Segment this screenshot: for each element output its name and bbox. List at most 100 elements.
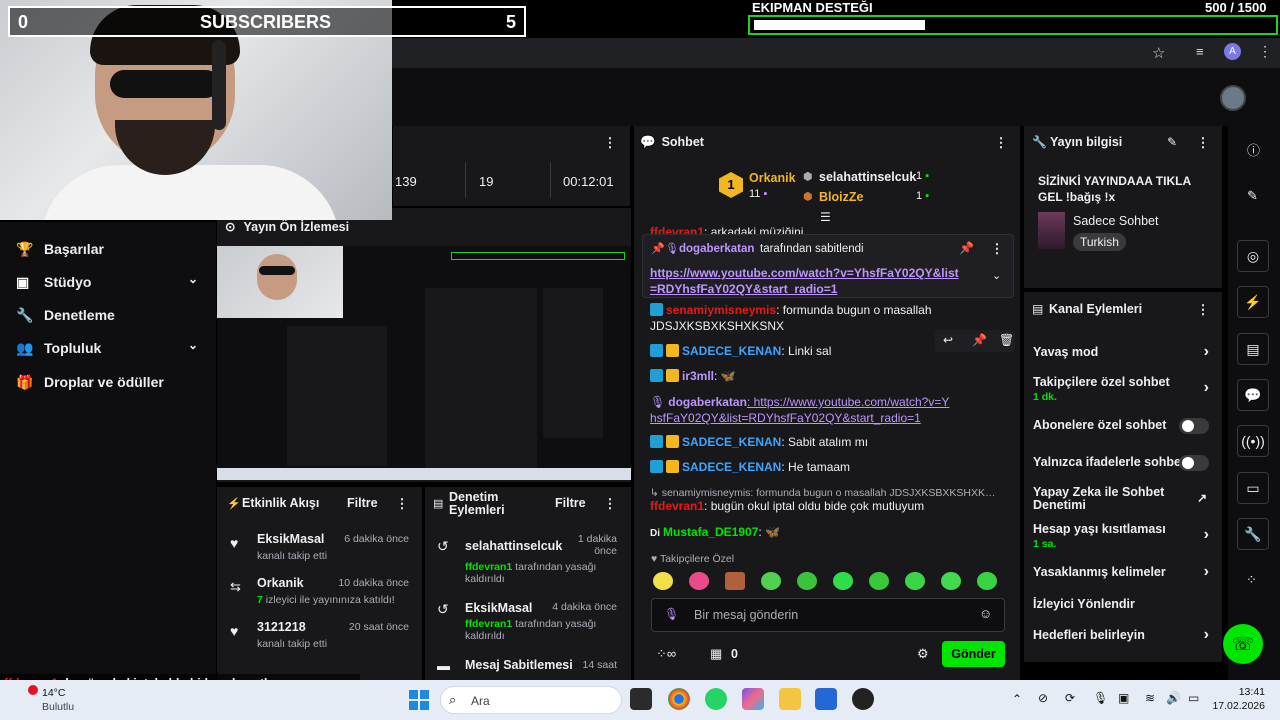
emote-icon[interactable] [977, 572, 997, 590]
support-button[interactable]: ☏ [1223, 624, 1263, 664]
copilot-icon[interactable] [742, 688, 764, 710]
emote-icon[interactable] [869, 572, 889, 590]
clock-time[interactable]: 13:41 [1223, 686, 1265, 698]
user-avatar[interactable] [1220, 85, 1246, 111]
browser-menu-icon[interactable]: ⋮ [1258, 43, 1272, 60]
activity-filter-button[interactable]: Filtre [347, 496, 378, 510]
subscriber-only-toggle[interactable] [1179, 418, 1209, 434]
camera-icon[interactable]: ◎ [1237, 240, 1269, 272]
edit-icon[interactable]: ✎ [1167, 135, 1177, 149]
network-off-icon[interactable]: ⊘ [1038, 691, 1048, 705]
media-icon[interactable]: ≡ [1196, 44, 1204, 59]
chat-input[interactable]: 🎙 Bir mesaj gönderin ☺ [651, 598, 1005, 632]
obs-icon[interactable] [852, 688, 874, 710]
preview-video[interactable] [217, 246, 631, 480]
list-item[interactable]: ↺ EksikMasal 4 dakika önce ffdevran1 tar… [425, 595, 631, 655]
chevron-down-icon[interactable]: ⌄ [992, 269, 1001, 282]
chat-username[interactable]: SADECE_KENAN [682, 344, 781, 358]
sync-icon[interactable]: ⟳ [1065, 691, 1075, 705]
task-view-icon[interactable] [630, 688, 652, 710]
account-age-item[interactable]: Hesap yaşı kısıtlaması 1 sa. › [1033, 522, 1217, 552]
wifi-icon[interactable]: ≋ [1145, 691, 1155, 705]
scenes-icon[interactable]: ▭ [1237, 472, 1269, 504]
lightning-icon[interactable]: ⚡ [1237, 286, 1269, 318]
sidebar-item-denetleme[interactable]: 🔧 Denetleme [16, 302, 206, 328]
treasure-icon[interactable]: ▦ [710, 646, 722, 662]
delete-icon[interactable]: 🗑 [999, 333, 1014, 347]
emote-icon[interactable] [941, 572, 961, 590]
chat-message[interactable]: 🎙 dogaberkatan: https://www.youtube.com/w… [650, 394, 950, 426]
leader-1-name[interactable]: Orkanik [749, 171, 796, 185]
sidebar-item-droplar[interactable]: 🎁 Droplar ve ödüller [16, 369, 206, 395]
chat-message[interactable]: senamiymisneymis: formunda bugun o masal… [650, 302, 950, 334]
stream-info-menu-icon[interactable]: ⋮ [1196, 135, 1210, 151]
profile-icon[interactable]: A [1224, 43, 1241, 60]
stats-menu-icon[interactable]: ⋮ [603, 135, 617, 151]
pin-message-icon[interactable]: 📌 [972, 333, 987, 347]
goals-item[interactable]: Hedefleri belirleyin › [1033, 626, 1217, 648]
chat-settings-icon[interactable]: ⚙ [917, 646, 929, 662]
chat-username[interactable]: SADECE_KENAN [682, 460, 781, 474]
modlog-menu-icon[interactable]: ⋮ [603, 496, 617, 512]
channel-actions-menu-icon[interactable]: ⋮ [1196, 302, 1210, 318]
chat-message[interactable]: SADECE_KENAN: He tamaam [650, 459, 850, 475]
tag-chip[interactable]: Turkish [1073, 233, 1126, 251]
community-points-icon[interactable]: ⁘∞ [656, 646, 676, 662]
list-item[interactable]: ⇆ Orkanik 10 dakika önce 7 izleyici ile … [217, 571, 422, 613]
chrome-icon[interactable] [668, 688, 690, 710]
list-item[interactable]: ↺ selahattinselcuk 1 dakika önce ffdevra… [425, 532, 631, 592]
activity-menu-icon[interactable]: ⋮ [395, 496, 409, 512]
chat-message[interactable]: SADECE_KENAN: Linki sal [650, 343, 831, 359]
emote-only-item[interactable]: Yalnızca ifadelerle sohbet [1033, 455, 1217, 475]
raid-item[interactable]: İzleyici Yönlendir [1033, 597, 1217, 617]
followers-only-item[interactable]: Takipçilere özel sohbet 1 dk. › [1033, 375, 1217, 405]
list-item[interactable]: ♥ 3121218 20 saat önce kanalı takip etti [217, 615, 422, 657]
microphone-icon[interactable]: 🎙 [1093, 691, 1108, 705]
pinned-menu-icon[interactable]: ⋮ [990, 241, 1004, 257]
category-name[interactable]: Sadece Sohbet [1073, 214, 1159, 228]
broadcast-icon[interactable]: ((•)) [1237, 425, 1269, 457]
modlog-filter-button[interactable]: Filtre [555, 496, 586, 510]
sidebar-item-basarilar[interactable]: 🏆 Başarılar [16, 236, 206, 262]
ai-moderation-item[interactable]: Yapay Zeka ile Sohbet Denetimi ↗ [1033, 486, 1217, 516]
chat-username[interactable]: ffdevran1 [650, 499, 704, 513]
leader-3-name[interactable]: BloizZe [819, 190, 863, 204]
weather-temp[interactable]: 14°C [42, 687, 65, 699]
chat-username[interactable]: dogaberkatan [668, 395, 747, 409]
chat-username[interactable]: Mustafa_DE1907 [663, 525, 758, 539]
unpin-icon[interactable]: 📌 [959, 241, 974, 255]
windows-start-icon[interactable] [409, 690, 429, 710]
chat-username[interactable]: SADECE_KENAN [682, 435, 781, 449]
list-item[interactable]: ♥ EksikMasal 6 dakika önce kanalı takip … [217, 527, 422, 569]
emoji-icon[interactable]: ☺ [979, 606, 992, 621]
clock-date[interactable]: 17.02.2026 [1203, 700, 1265, 712]
taskbar-search[interactable]: ⌕ Ara [440, 686, 622, 714]
wrench-icon[interactable]: 🔧 [1237, 518, 1269, 550]
file-explorer-icon[interactable] [779, 688, 801, 710]
emote-icon[interactable] [653, 572, 673, 590]
reply-icon[interactable]: ↩ [943, 333, 953, 347]
info-icon[interactable]: ⓘ [1247, 140, 1260, 159]
subscriber-only-item[interactable]: Abonelere özel sohbet [1033, 418, 1217, 438]
list-item[interactable]: ▬ Mesaj Sabitlemesi 14 saat [425, 655, 631, 679]
pinned-message[interactable]: 📌 🎙 dogaberkatan tarafından sabitlendi 📌… [642, 234, 1014, 298]
filter-icon[interactable]: ☰ [820, 210, 831, 224]
blocked-terms-item[interactable]: Yasaklanmış kelimeler › [1033, 563, 1217, 585]
chat-message[interactable]: ffdevran1: bugün okul iptal oldu bide ço… [650, 498, 924, 514]
edit-icon[interactable]: ✎ [1247, 188, 1258, 204]
sidebar-item-studyo[interactable]: ▣ Stüdyo ⌄ [16, 269, 206, 295]
chat-message[interactable]: Di Mustafa_DE1907: 🦋 [650, 524, 780, 542]
pinned-link[interactable]: https://www.youtube.com/watch?v=YhsfFaY0… [650, 265, 960, 297]
send-button[interactable]: Gönder [942, 641, 1005, 667]
emote-only-toggle[interactable] [1179, 455, 1209, 471]
emote-icon[interactable] [725, 572, 745, 590]
sidebar-item-topluluk[interactable]: 👥 Topluluk ⌄ [16, 335, 206, 361]
emote-icon[interactable] [761, 572, 781, 590]
extensions-icon[interactable]: ⁘ [1246, 572, 1257, 588]
emote-icon[interactable] [689, 572, 709, 590]
emote-icon[interactable] [833, 572, 853, 590]
notification-icon[interactable]: ▣ [1118, 691, 1129, 705]
chat-menu-icon[interactable]: ⋮ [994, 135, 1008, 151]
slow-mode-item[interactable]: Yavaş mod › [1033, 343, 1217, 365]
bookmark-star-icon[interactable]: ☆ [1152, 44, 1165, 62]
